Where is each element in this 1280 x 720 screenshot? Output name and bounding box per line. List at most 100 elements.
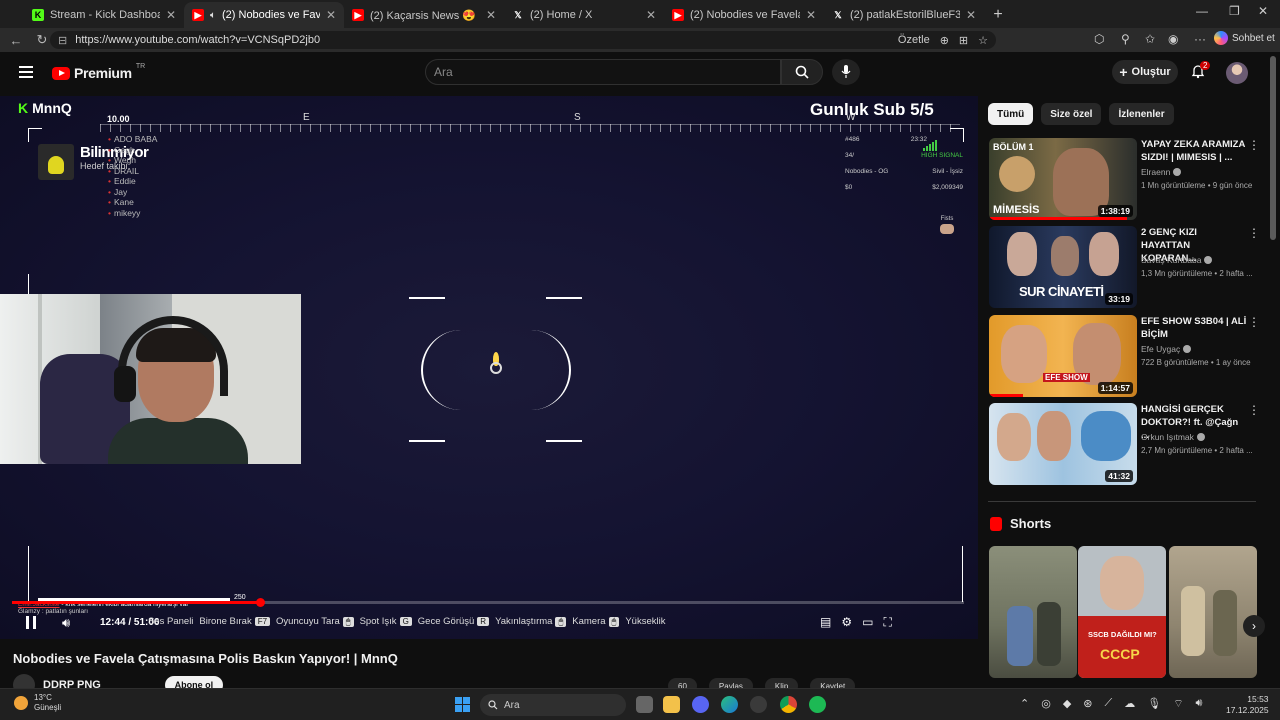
progress-scrubber[interactable]	[255, 598, 265, 607]
short-item[interactable]	[1169, 546, 1257, 678]
browser-tab[interactable]: ▶ (2) Kaçarsis News 😍 | EkremYaldız ✕	[344, 2, 504, 28]
copilot-button[interactable]: Sohbet et	[1214, 31, 1275, 45]
extension-icon[interactable]: ⬡	[1094, 32, 1104, 46]
streamer-shirt	[108, 418, 248, 464]
microphone-icon[interactable]: 🎙︎	[1147, 697, 1161, 711]
task-view-icon[interactable]	[636, 696, 653, 713]
volume-icon[interactable]: 🔊︎	[62, 615, 70, 631]
microphone-icon	[841, 65, 851, 78]
notifications-button[interactable]: 2	[1190, 61, 1211, 83]
fullscreen-icon[interactable]: ⛶	[883, 615, 891, 630]
youtube-header: Premium TR Ara + Oluştur 2	[0, 52, 1268, 94]
video-title: YAPAY ZEKA ARAMIZA SIZDI! | MIMESIS | ..…	[1141, 139, 1245, 163]
show-hidden-icon[interactable]: ⌃	[1020, 697, 1029, 711]
taskbar-clock[interactable]: 15:53 17.12.2025	[1226, 694, 1269, 716]
tray-app-icon[interactable]: ◎	[1041, 697, 1051, 711]
site-info-icon[interactable]: ⊟	[58, 34, 67, 47]
apps-icon[interactable]: ⊞	[959, 34, 968, 47]
new-tab-button[interactable]: +	[984, 2, 1012, 28]
minimize-icon[interactable]: —	[1196, 4, 1208, 18]
discord-icon[interactable]	[692, 696, 709, 713]
profile-icon[interactable]: ◉	[1168, 32, 1178, 46]
back-icon[interactable]: ←	[8, 33, 24, 48]
edge-icon[interactable]	[721, 696, 738, 713]
tab-title: (2) Nobodies ve Favela Çatışmasına	[690, 9, 800, 21]
chip-watched[interactable]: İzlenenler	[1109, 103, 1174, 125]
account-avatar[interactable]	[1226, 62, 1248, 84]
close-tab-icon[interactable]: ✕	[326, 8, 336, 22]
video-thumbnail[interactable]: EFE SHOW 1:14:57	[989, 315, 1137, 397]
browser-tab[interactable]: K Stream - Kick Dashboard ✕	[24, 2, 184, 28]
shorts-next-button[interactable]: ›	[1243, 615, 1265, 637]
weather-widget[interactable]: 13°C Güneşli	[14, 693, 61, 713]
list-item: Gegh	[108, 145, 157, 156]
short-item[interactable]	[989, 546, 1077, 678]
browser-tab[interactable]: 𝕏 (2) Home / X ✕	[504, 2, 664, 28]
page-scrollbar[interactable]	[1270, 56, 1276, 240]
recommendation-item[interactable]: BÖLÜM 1 MİMESİS 1:38:19 YAPAY ZEKA ARAMI…	[989, 138, 1260, 220]
taskbar-search[interactable]: Ara	[480, 694, 626, 716]
masked-doctors	[1081, 411, 1131, 461]
tray-app-icon[interactable]: ⟋	[1105, 697, 1113, 711]
spotify-icon[interactable]	[809, 696, 826, 713]
more-options-icon[interactable]: ⋮	[1248, 226, 1260, 240]
close-window-icon[interactable]: ✕	[1258, 4, 1268, 18]
fist-icon	[940, 224, 954, 234]
theater-mode-icon[interactable]: ▭	[862, 615, 873, 630]
video-thumbnail[interactable]: BÖLÜM 1 MİMESİS 1:38:19	[989, 138, 1137, 220]
logo-text: Premium	[74, 65, 132, 81]
tray-app-icon[interactable]: ◆	[1063, 697, 1071, 711]
summarize-label[interactable]: Özetle	[898, 34, 930, 46]
hud-job: Nobodies - OG	[845, 168, 889, 175]
recommendation-item[interactable]: SUR CİNAYETİ 33:19 2 GENÇ KIZI HAYATTAN …	[989, 226, 1260, 308]
more-options-icon[interactable]: ⋮	[1248, 315, 1260, 329]
key-hint: Spot Işık G	[360, 616, 412, 627]
close-tab-icon[interactable]: ✕	[806, 8, 816, 22]
file-explorer-icon[interactable]	[663, 696, 680, 713]
close-tab-icon[interactable]: ✕	[166, 8, 176, 22]
youtube-logo[interactable]: Premium TR	[52, 63, 145, 81]
scope-bracket-right	[531, 330, 571, 410]
voice-search-button[interactable]	[832, 59, 860, 85]
video-progress-bar[interactable]	[12, 598, 964, 607]
short-item[interactable]: SSCB DAĞILDI MI? СССР	[1078, 546, 1166, 678]
more-icon[interactable]: ···	[1194, 32, 1206, 46]
wifi-icon[interactable]: ⌔	[1173, 697, 1183, 711]
favorite-star-icon[interactable]: ☆	[978, 34, 988, 47]
thumbnail-caption: BÖLÜM 1	[993, 142, 1034, 152]
windows-start-icon[interactable]	[455, 697, 470, 712]
subtitles-icon[interactable]: ▤	[820, 615, 831, 630]
app-icon[interactable]	[750, 696, 767, 713]
search-button[interactable]	[781, 59, 823, 85]
create-button[interactable]: + Oluştur	[1112, 60, 1178, 84]
extensions-puzzle-icon[interactable]: ⚲	[1121, 32, 1130, 46]
menu-icon[interactable]	[19, 66, 33, 78]
close-tab-icon[interactable]: ✕	[966, 8, 976, 22]
browser-tab[interactable]: 𝕏 (2) patlakEstorilBlueF30 on X: "son ✕	[824, 2, 984, 28]
tray-app-icon[interactable]: ☁	[1124, 697, 1135, 711]
url-field[interactable]: ⊟ https://www.youtube.com/watch?v=VCNSqP…	[50, 31, 996, 49]
settings-gear-icon[interactable]: ⚙︎	[841, 615, 852, 630]
more-options-icon[interactable]: ⋮	[1248, 138, 1260, 152]
close-tab-icon[interactable]: ✕	[646, 8, 656, 22]
speaker-icon[interactable]: 🔈︎	[210, 10, 216, 21]
chip-for-you[interactable]: Size özel	[1041, 103, 1102, 125]
browser-tab-active[interactable]: ▶ 🔈︎ (2) Nobodies ve Favela Çatışma ✕	[184, 2, 344, 28]
favorites-icon[interactable]: ✩	[1145, 32, 1155, 46]
chrome-icon[interactable]	[780, 696, 797, 713]
chip-all[interactable]: Tümü	[988, 103, 1034, 125]
refresh-icon[interactable]: ↻	[34, 32, 50, 48]
translate-icon[interactable]: ⊕	[940, 34, 949, 47]
pause-button[interactable]	[26, 616, 38, 629]
close-tab-icon[interactable]: ✕	[486, 8, 496, 22]
maximize-icon[interactable]: ❐	[1229, 4, 1240, 18]
recommendation-item[interactable]: EFE SHOW 1:14:57 EFE SHOW S3B04 | ALİ Bİ…	[989, 315, 1260, 397]
volume-icon[interactable]: 🔊︎	[1196, 697, 1203, 711]
search-input[interactable]: Ara	[425, 59, 781, 85]
video-thumbnail[interactable]: 41:32	[989, 403, 1137, 485]
steam-icon[interactable]: ⊛	[1083, 697, 1092, 711]
video-thumbnail[interactable]: SUR CİNAYETİ 33:19	[989, 226, 1137, 308]
browser-tab[interactable]: ▶ (2) Nobodies ve Favela Çatışmasına ✕	[664, 2, 824, 28]
recommendation-item[interactable]: 41:32 HANGİSİ GERÇEK DOKTOR?! ft. @Çağn …	[989, 403, 1260, 485]
more-options-icon[interactable]: ⋮	[1248, 403, 1260, 417]
